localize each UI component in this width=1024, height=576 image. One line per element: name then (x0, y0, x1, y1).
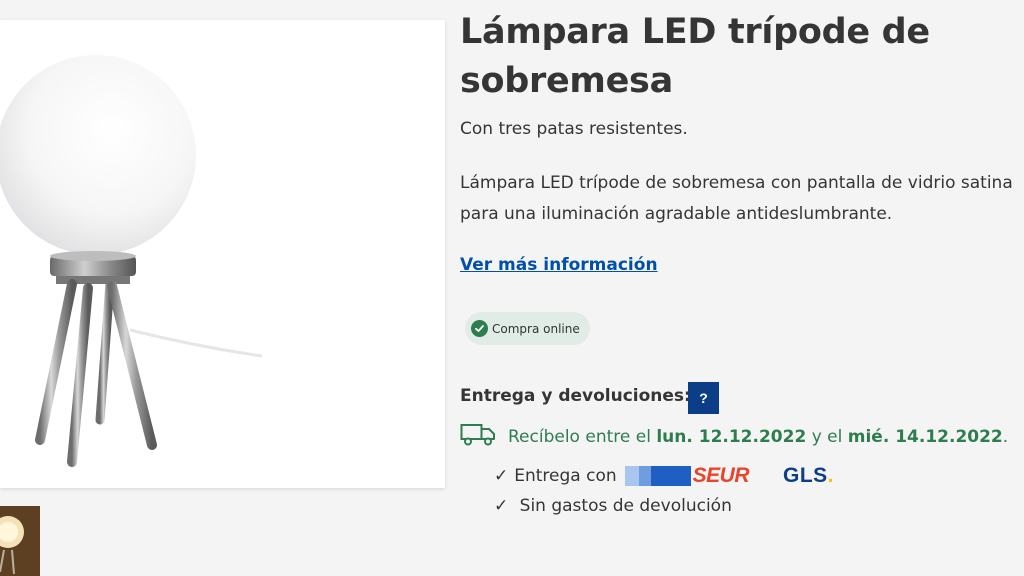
check-circle-icon (471, 320, 488, 337)
carrier-label: Entrega con (514, 466, 617, 486)
check-icon: ✓ (494, 496, 509, 516)
delivery-date-to: mié. 14.12.2022 (847, 426, 1003, 447)
gls-wordmark: GLS (783, 464, 828, 487)
seur-wordmark: SEUR (692, 464, 750, 487)
badge-label: Compra online (492, 321, 580, 336)
description-line: Lámpara LED trípode de sobremesa con pan… (460, 173, 1013, 193)
product-subtitle: Con tres patas resistentes. (460, 119, 688, 139)
online-purchase-badge: Compra online (465, 312, 590, 345)
gls-dot: . (827, 464, 835, 487)
truck-icon (460, 422, 498, 451)
delivery-connector: y el (811, 426, 843, 447)
lamp-illustration (0, 55, 263, 467)
thumbnail-image[interactable] (0, 506, 40, 576)
product-image[interactable] (0, 20, 445, 488)
carrier-info: ✓ Entrega con SEUR GLS. (494, 464, 834, 488)
delivery-date-from: lun. 12.12.2022 (656, 426, 807, 447)
description-line: para una iluminación agradable antideslu… (460, 204, 893, 224)
delivery-prefix: Recíbelo entre el (508, 426, 651, 447)
delivery-estimate: Recíbelo entre el lun. 12.12.2022 y el m… (460, 422, 1008, 451)
gls-logo: GLS. (783, 464, 834, 488)
page-title: Lámpara LED trípode de sobremesa (460, 12, 930, 101)
return-label: Sin gastos de devolución (519, 496, 732, 516)
return-info: ✓ Sin gastos de devolución (494, 496, 732, 516)
more-info-link[interactable]: Ver más información (460, 255, 658, 275)
delivery-help-button[interactable]: ? (688, 382, 719, 414)
check-icon: ✓ (494, 466, 509, 486)
delivery-end-punct: . (1002, 426, 1009, 447)
lamp-thumbnail-picture (0, 506, 40, 576)
product-description: Lámpara LED trípode de sobremesa con pan… (460, 168, 1024, 230)
delivery-heading: Entrega y devoluciones: (460, 386, 691, 406)
seur-logo: SEUR (624, 464, 750, 488)
